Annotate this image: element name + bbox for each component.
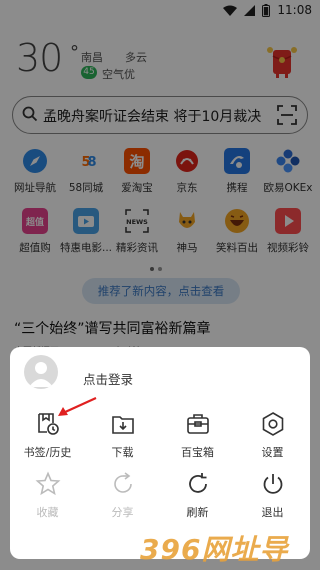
refresh-icon [185,471,211,497]
toolbox-icon [185,411,211,437]
menu-item-label: 书签/历史 [23,446,72,459]
download-button[interactable]: 下载 [85,411,160,460]
share-icon [110,471,136,497]
menu-item-label: 下载 [111,446,134,459]
avatar[interactable] [24,355,58,389]
menu-item-label: 百宝箱 [181,446,214,459]
menu-item-label: 分享 [111,506,134,519]
star-icon [35,471,61,497]
bookmark-history-button[interactable]: 书签/历史 [10,411,85,460]
settings-icon [260,411,286,437]
exit-button[interactable]: 退出 [235,471,310,520]
menu-item-label: 收藏 [36,506,59,519]
toolbox-button[interactable]: 百宝箱 [160,411,235,460]
annotation-arrow-icon [58,396,97,416]
power-icon [260,471,286,497]
download-icon [110,411,136,437]
login-link[interactable]: 点击登录 [83,369,133,388]
favorite-button[interactable]: 收藏 [10,471,85,520]
menu-item-label: 设置 [261,446,284,459]
settings-button[interactable]: 设置 [235,411,310,460]
refresh-button[interactable]: 刷新 [160,471,235,520]
watermark: 396网址导 [140,533,289,566]
menu-item-label: 刷新 [186,506,209,519]
menu-item-label: 退出 [261,506,284,519]
share-button[interactable]: 分享 [85,471,160,520]
